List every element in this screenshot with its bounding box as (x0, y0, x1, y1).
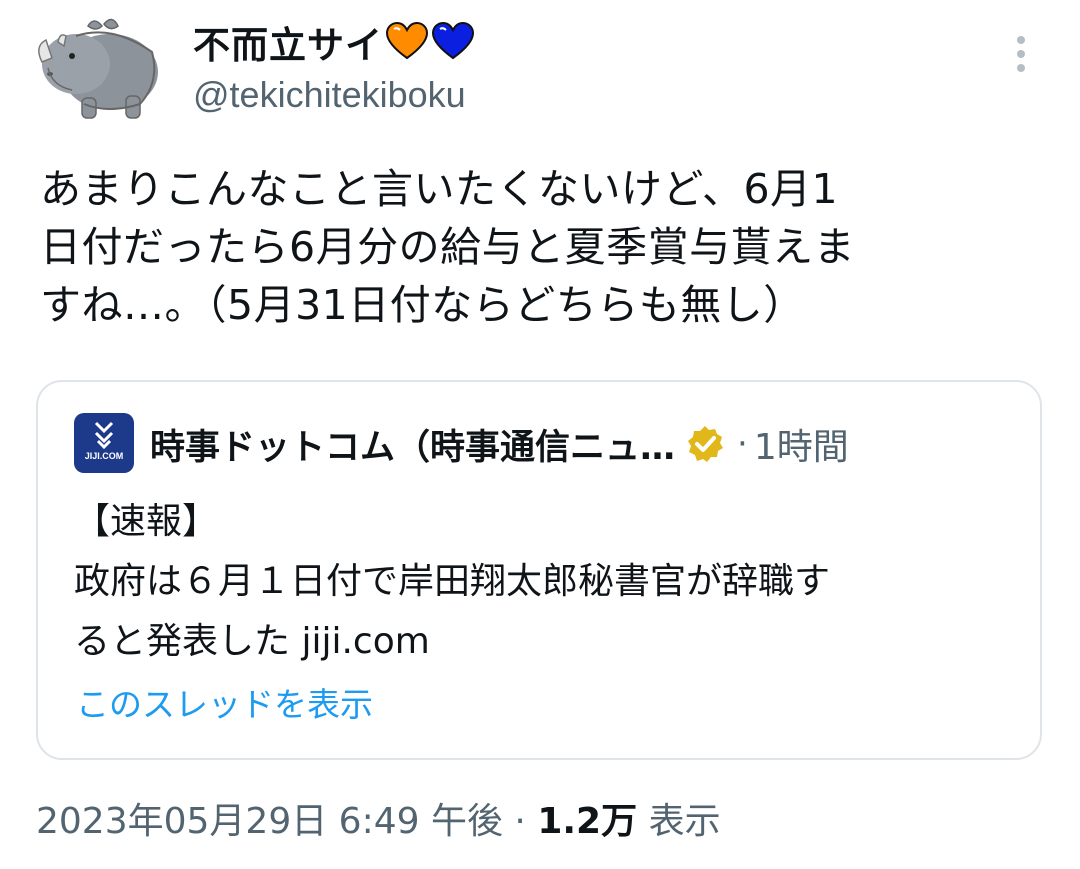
tweet-meta: 2023年05月29日 6:49 午後 · 1.2万 表示 (36, 792, 721, 844)
quoted-text-line: ると発表した jiji.com (74, 621, 430, 662)
quoted-tweet-card[interactable]: JIJI.COM 時事ドットコム（時事通信ニュ… · 1時間 【速報】 政府は６… (36, 380, 1042, 760)
tweet-date[interactable]: 2023年05月29日 6:49 午後 (36, 801, 503, 842)
logo-text: JIJI.COM (84, 451, 124, 461)
rhino-icon (38, 18, 158, 119)
avatar[interactable] (28, 12, 164, 122)
orange-heart-icon (385, 22, 429, 60)
view-label: 表示 (648, 801, 721, 842)
view-count: 1.2万 (537, 801, 638, 842)
jiji-logo-icon (94, 421, 114, 450)
author-handle[interactable]: @tekichitekiboku (193, 74, 475, 116)
show-thread-link[interactable]: このスレッドを表示 (76, 678, 373, 726)
verified-badge-icon (688, 426, 724, 462)
quoted-tweet-text: 【速報】 政府は６月１日付で岸田翔太郎秘書官が辞職す ると発表した jiji.c… (74, 492, 1024, 672)
tweet-text-line: あまりこんなこと言いたくないけど、6月1 (40, 165, 839, 213)
quoted-timestamp[interactable]: 1時間 (754, 418, 849, 470)
separator-dot: · (514, 801, 526, 842)
separator-dot: · (737, 424, 748, 464)
blue-heart-icon (431, 22, 475, 60)
quoted-account-logo[interactable]: JIJI.COM (74, 413, 134, 473)
tweet-text-line: 日付だったら6月分の給与と夏季賞与貰えま (40, 223, 856, 271)
quoted-text-line: 政府は６月１日付で岸田翔太郎秘書官が辞職す (74, 561, 831, 602)
quoted-text-line: 【速報】 (74, 501, 219, 542)
quoted-account-name[interactable]: 時事ドットコム（時事通信ニュ… (150, 419, 675, 470)
quoted-header: 時事ドットコム（時事通信ニュ… · 1時間 (150, 418, 849, 470)
tweet-header: 不而立サイ @tekichitekiboku (193, 16, 475, 116)
tweet-text: あまりこんなこと言いたくないけど、6月1 日付だったら6月分の給与と夏季賞与貰え… (40, 160, 1050, 334)
vertical-dots-icon (1017, 36, 1025, 72)
author-display-name[interactable]: 不而立サイ (193, 15, 383, 69)
author-name-row[interactable]: 不而立サイ (193, 16, 475, 68)
tweet-text-line: すね…。（5月31日付ならどちらも無し） (40, 281, 805, 329)
more-options-button[interactable] (1005, 34, 1037, 74)
